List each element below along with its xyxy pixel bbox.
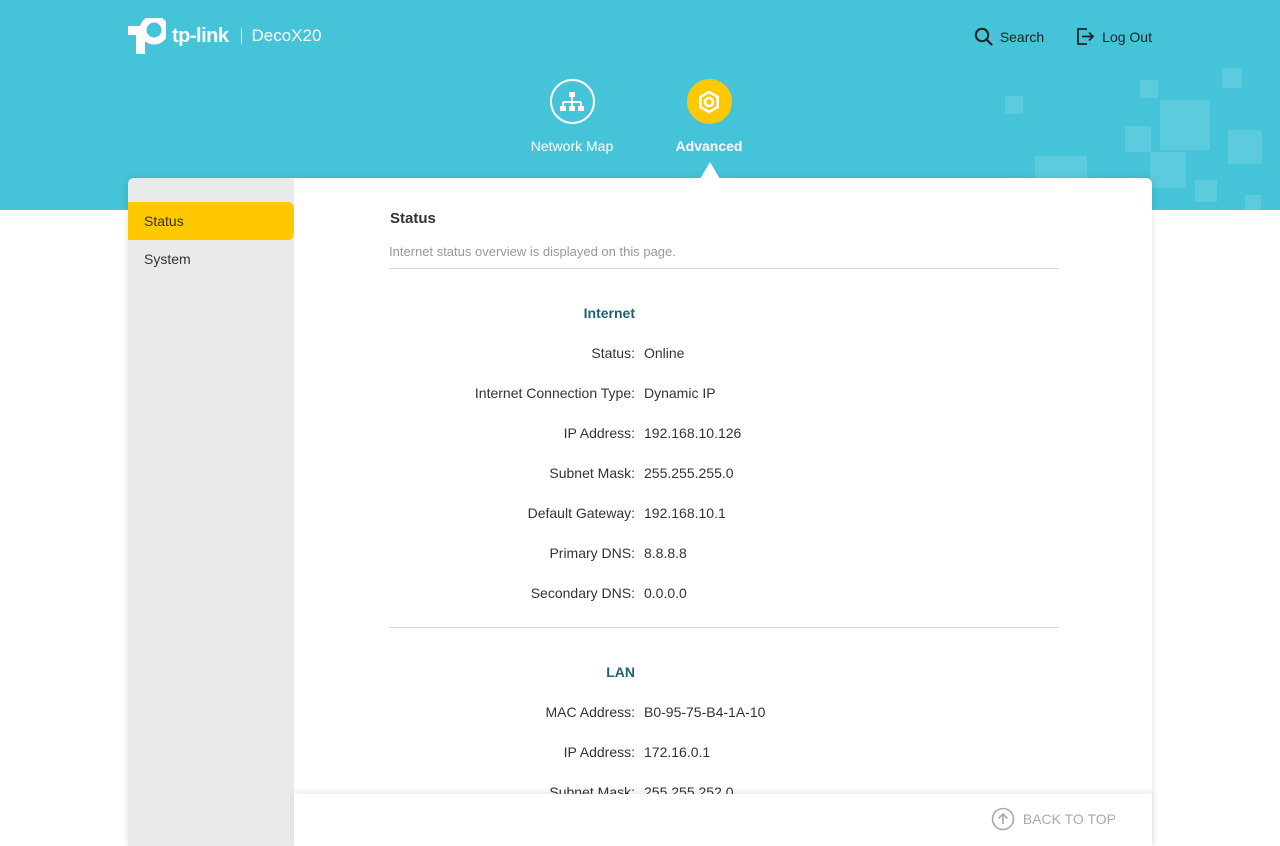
sidebar-item-status[interactable]: Status (128, 202, 294, 240)
row-value: Dynamic IP (644, 385, 716, 401)
row-label: Internet Connection Type: (474, 385, 635, 401)
network-map-icon (549, 79, 595, 124)
back-to-top-button[interactable]: BACK TO TOP (991, 807, 1116, 831)
row-value: 172.16.0.1 (644, 744, 711, 760)
footer-bar: BACK TO TOP (294, 794, 1152, 846)
active-tab-pointer (700, 162, 720, 179)
row-label: Default Gateway: (527, 505, 635, 521)
section-title-lan: LAN (606, 664, 635, 680)
tab-label: Network Map (530, 138, 614, 154)
brand-name: tp-link (172, 24, 229, 47)
info-row: MAC Address: B0-95-75-B4-1A-10 (294, 704, 994, 724)
info-row: Secondary DNS: 0.0.0.0 (294, 585, 994, 605)
decorative-square (1195, 180, 1217, 202)
sidebar-item-system[interactable]: System (128, 240, 294, 278)
row-value: B0-95-75-B4-1A-10 (644, 704, 766, 720)
divider (389, 627, 1059, 628)
search-label: Search (999, 28, 1045, 45)
model-name: DecoX20 (251, 26, 322, 45)
main-card: Status System Status Internet status ove… (128, 178, 1152, 846)
logout-label: Log Out (1102, 28, 1152, 45)
decorative-square (1245, 195, 1261, 210)
logout-button[interactable]: Log Out (1076, 27, 1152, 46)
info-row: Status: Online (294, 345, 994, 365)
row-label: Secondary DNS: (530, 585, 635, 601)
info-row: IP Address: 172.16.0.1 (294, 744, 994, 764)
row-value: 255.255.255.0 (644, 465, 734, 481)
row-value: 0.0.0.0 (644, 585, 687, 601)
row-label: IP Address: (563, 425, 635, 441)
page-description: Internet status overview is displayed on… (389, 244, 676, 259)
tp-link-logo-icon (128, 18, 166, 54)
sidebar: Status System (128, 178, 294, 846)
tab-advanced[interactable]: Advanced (671, 79, 747, 154)
tab-label: Advanced (675, 138, 743, 154)
row-value: Online (644, 345, 685, 361)
row-label: Status: (591, 345, 635, 361)
info-row: Subnet Mask: 255.255.255.0 (294, 465, 994, 485)
main-nav: Network Map Advanced (0, 79, 1280, 179)
row-label: IP Address: (563, 744, 635, 760)
top-actions: Search Log Out (974, 27, 1152, 46)
arrow-up-circle-icon (991, 807, 1015, 831)
back-to-top-label: BACK TO TOP (1022, 811, 1116, 827)
divider (389, 268, 1059, 269)
search-button[interactable]: Search (974, 27, 1044, 46)
info-row: Internet Connection Type: Dynamic IP (294, 385, 994, 405)
logout-icon (1077, 28, 1095, 45)
search-icon (974, 27, 993, 46)
brand-logo: tp-link DecoX20 (128, 18, 321, 54)
gear-icon (686, 79, 732, 124)
row-value: 8.8.8.8 (644, 545, 687, 561)
info-row: Default Gateway: 192.168.10.1 (294, 505, 994, 525)
info-row: IP Address: 192.168.10.126 (294, 425, 994, 445)
page-title: Status (390, 210, 436, 227)
tab-network-map[interactable]: Network Map (528, 79, 616, 154)
content-panel: Status Internet status overview is displ… (294, 178, 1152, 846)
section-title-internet: Internet (583, 305, 635, 321)
row-label: MAC Address: (545, 704, 635, 720)
row-label: Primary DNS: (549, 545, 635, 561)
logo-divider (240, 28, 242, 44)
row-value: 192.168.10.126 (644, 425, 742, 441)
row-value: 192.168.10.1 (644, 505, 726, 521)
info-row: Primary DNS: 8.8.8.8 (294, 545, 994, 565)
row-label: Subnet Mask: (549, 465, 635, 481)
